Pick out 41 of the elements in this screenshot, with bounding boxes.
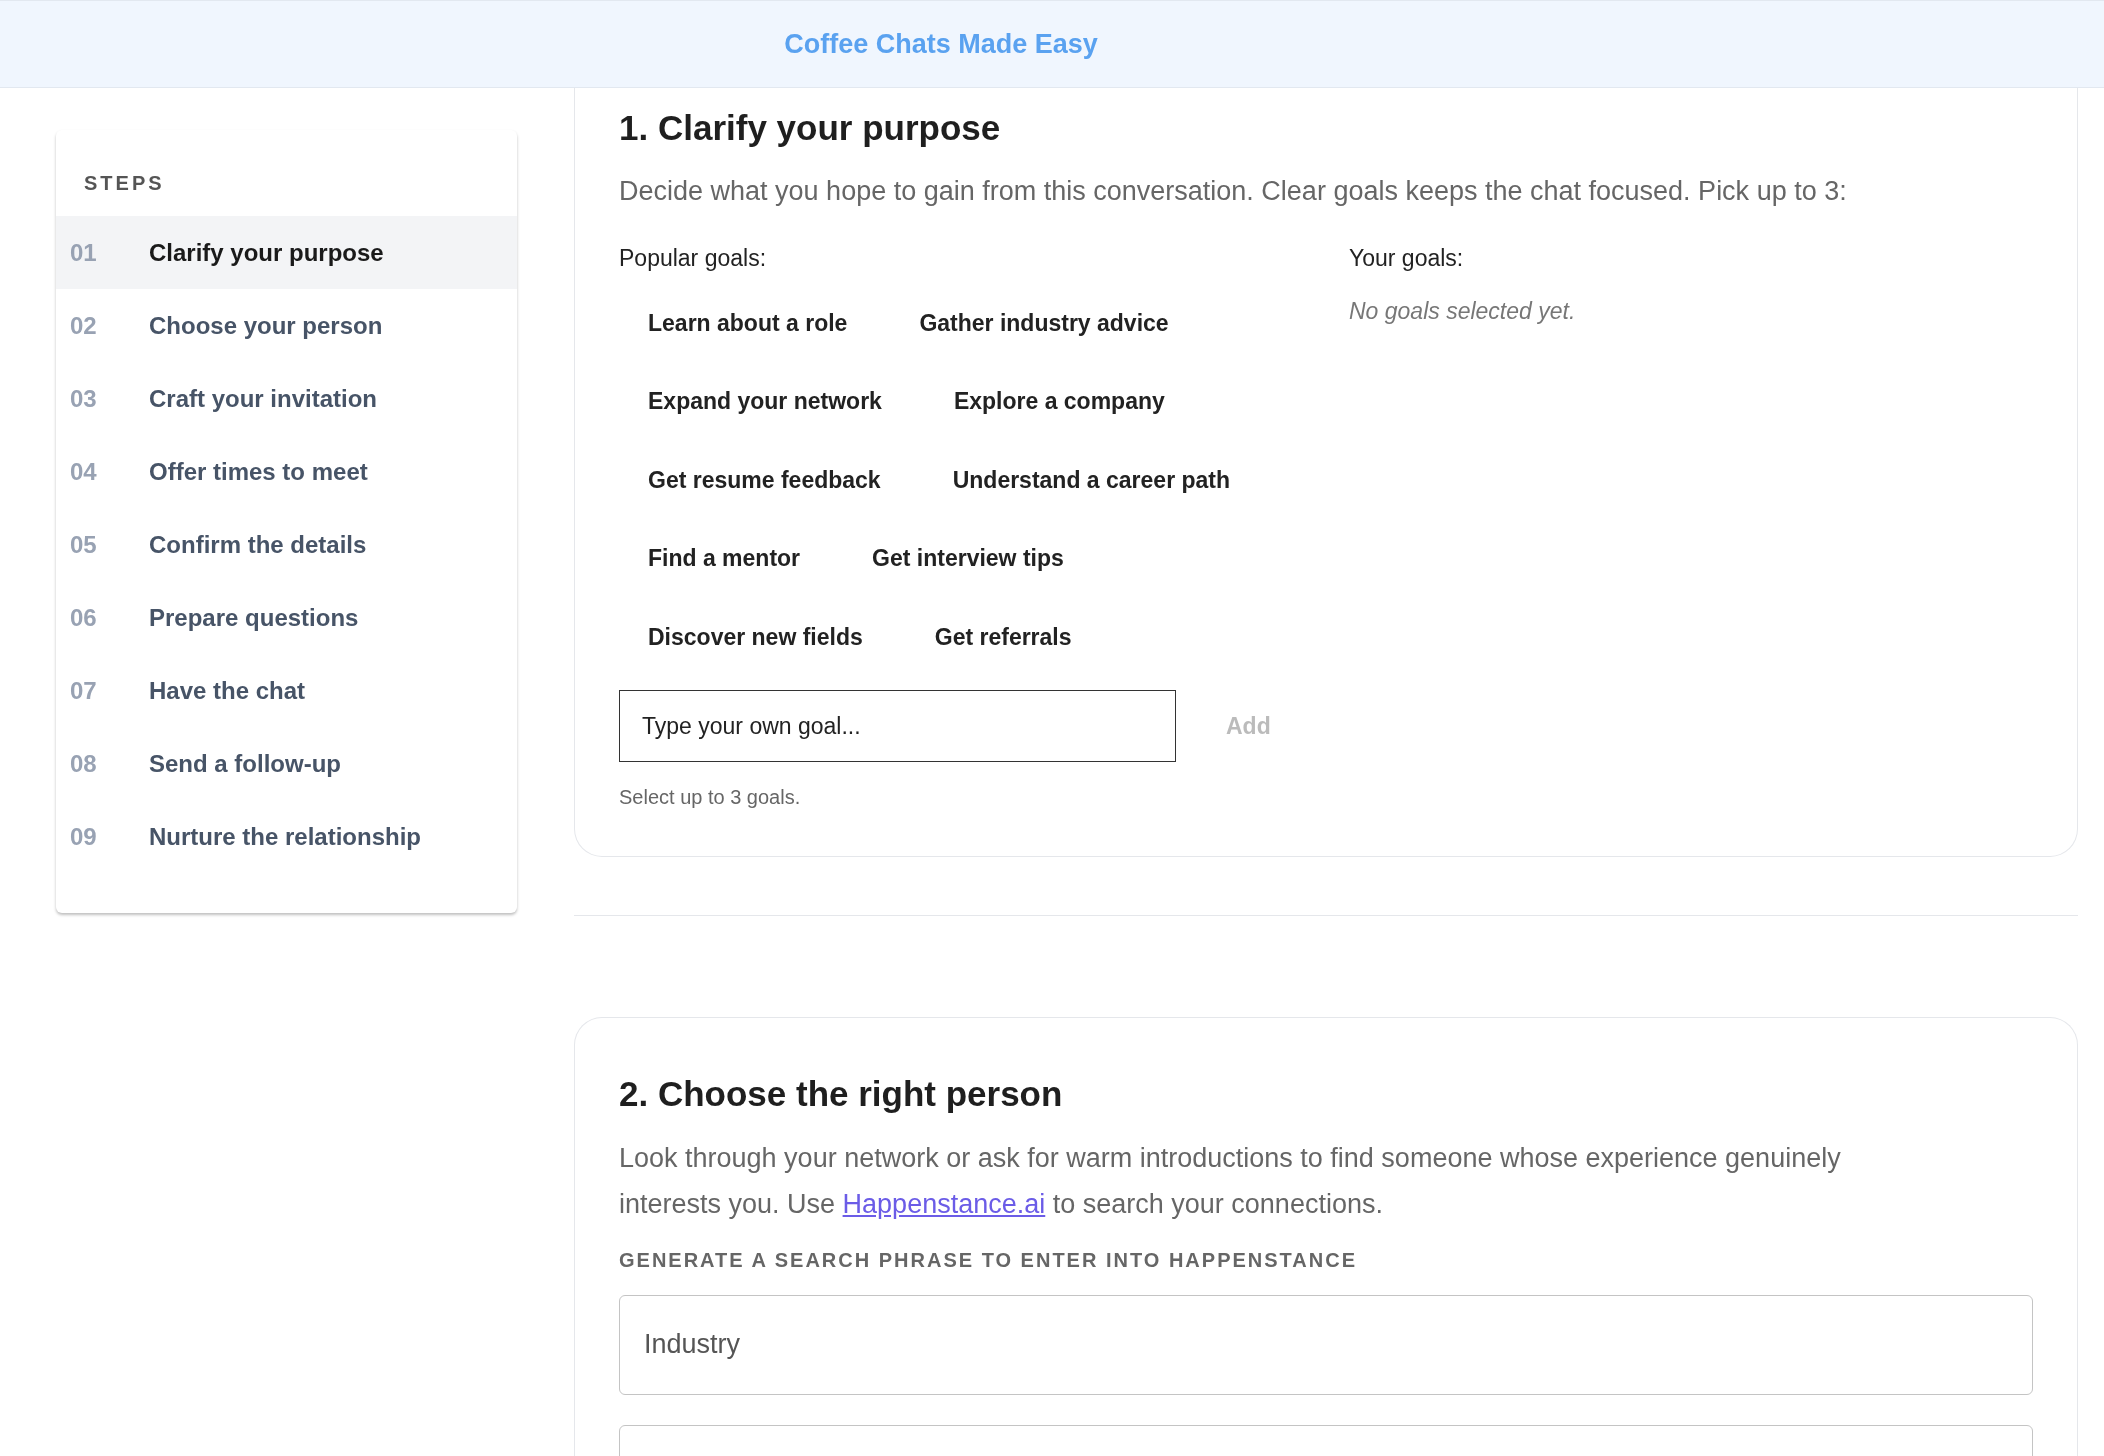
step-number: 09	[69, 821, 98, 852]
goal-hint: Select up to 3 goals.	[619, 785, 802, 810]
step-label: Nurture the relationship	[149, 821, 422, 852]
step-label: Have the chat	[149, 675, 306, 706]
steps-heading: STEPS	[84, 172, 165, 194]
empty-goals-message: No goals selected yet.	[1349, 296, 1576, 326]
step-number: 02	[69, 310, 98, 341]
step-label: Send a follow-up	[149, 748, 341, 779]
step-item[interactable]: 08 Send a follow-up	[56, 727, 517, 800]
section-title: 1. Clarify your purpose	[619, 107, 1002, 149]
step-label: Craft your invitation	[149, 383, 377, 414]
happenstance-link[interactable]: Happenstance.ai	[842, 1188, 1046, 1219]
step-label: Clarify your purpose	[149, 237, 384, 268]
step-number: 03	[69, 383, 98, 414]
step-item[interactable]: 09 Nurture the relationship	[56, 800, 517, 873]
app-title: Coffee Chats Made Easy	[784, 27, 1098, 61]
step-number: 06	[69, 602, 98, 633]
step-label: Confirm the details	[149, 529, 367, 560]
step-number: 04	[69, 456, 98, 487]
step-item[interactable]: 07 Have the chat	[56, 654, 517, 727]
step-label: Choose your person	[149, 310, 383, 341]
your-goals-label: Your goals:	[1349, 245, 1464, 271]
step-item[interactable]: 05 Confirm the details	[56, 508, 517, 581]
step-item[interactable]: 02 Choose your person	[56, 289, 517, 362]
popular-goals-label: Popular goals:	[619, 245, 767, 271]
search-phrase-label: GENERATE A SEARCH PHRASE TO ENTER INTO HAPPENSTANCE	[619, 1247, 1358, 1273]
step-item[interactable]: 06 Prepare questions	[56, 581, 517, 654]
step-number: 08	[69, 748, 98, 779]
industry-field[interactable]: Industry	[619, 1294, 2033, 1395]
step-item[interactable]: 04 Offer times to meet	[56, 435, 517, 508]
section-description: Look through your network or ask for warm introductions to find someone whose experience genuinely interests you. Use Happenstance.ai to search your connections.	[619, 1141, 1842, 1221]
step-number: 05	[69, 529, 98, 560]
section-title: 2. Choose the right person	[619, 1073, 1064, 1115]
step-label: Offer times to meet	[149, 456, 368, 487]
step-item[interactable]: 03 Craft your invitation	[56, 362, 517, 435]
section-description: Decide what you hope to gain from this conversation. Clear goals keeps the chat focused. Pick up to 3:	[619, 174, 1848, 208]
goal-input[interactable]: Type your own goal...	[619, 690, 1176, 762]
step-label: Prepare questions	[149, 602, 359, 633]
step-number: 07	[69, 675, 98, 706]
step-number: 01	[69, 237, 98, 268]
step-item[interactable]: 01 Clarify your purpose	[56, 216, 517, 289]
